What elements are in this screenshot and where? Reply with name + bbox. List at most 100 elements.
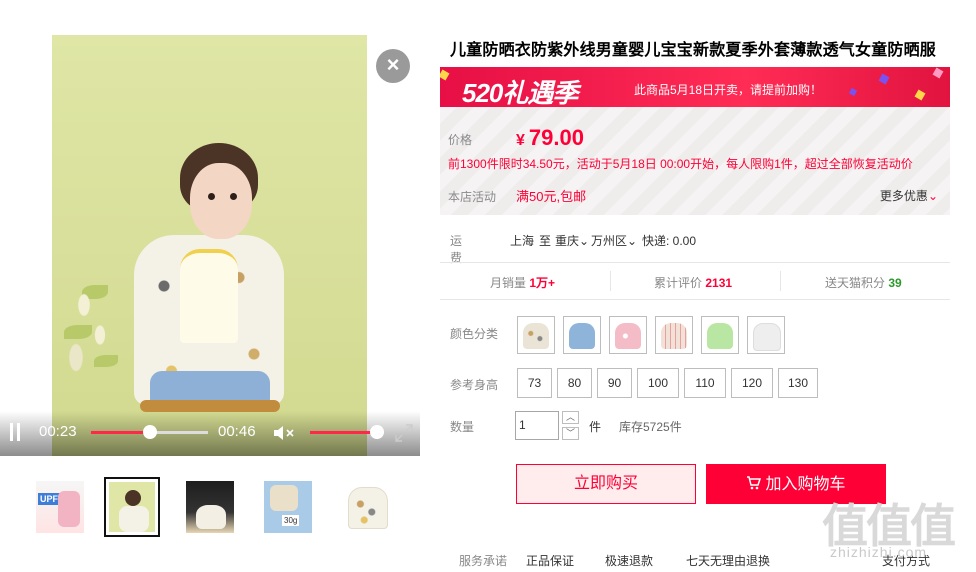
promo-logo: 520礼遇季: [462, 78, 578, 107]
more-offers-label: 更多优惠: [879, 189, 928, 203]
store-activity[interactable]: 满50元,包邮: [516, 186, 586, 205]
more-offers-link[interactable]: 更多优惠⌄: [880, 187, 938, 204]
kid-eye: [208, 193, 215, 200]
divider: [440, 299, 950, 300]
color-swatch[interactable]: [655, 316, 693, 354]
thumbnail-upf[interactable]: UPF 50+: [32, 477, 88, 537]
weight-badge: 30g: [282, 515, 300, 526]
video-progress-fill: [91, 431, 150, 434]
video-progress-knob[interactable]: [142, 425, 157, 439]
thumb-jacket-shape: [270, 485, 298, 511]
thumbnail-folded[interactable]: 30g: [260, 477, 316, 537]
height-option[interactable]: 120: [731, 368, 773, 398]
thumb-jacket-shape: [348, 487, 388, 529]
district-name: 万州区: [591, 234, 628, 248]
height-option[interactable]: 90: [597, 368, 632, 398]
points-label: 送天猫积分: [825, 276, 886, 290]
shipping-to-word: 至: [539, 234, 552, 248]
currency-symbol: ¥: [516, 132, 525, 149]
height-option[interactable]: 100: [637, 368, 679, 398]
color-swatch[interactable]: [747, 316, 785, 354]
price-label: 价格: [448, 133, 473, 147]
thumb-jacket-shape: [196, 505, 226, 529]
video-controls: 00:23 00:46: [0, 411, 420, 456]
swatch-jacket: [707, 323, 733, 349]
confetti-decoration: [440, 69, 450, 81]
duration: 00:46: [218, 423, 256, 440]
service-item[interactable]: 正品保证: [526, 552, 574, 569]
color-label: 颜色分类: [450, 327, 499, 341]
swatch-jacket: [661, 323, 687, 349]
height-option[interactable]: 130: [778, 368, 818, 398]
color-swatch[interactable]: [563, 316, 601, 354]
volume-slider[interactable]: [310, 425, 384, 439]
confetti-decoration: [848, 87, 858, 97]
swatch-jacket: [753, 323, 781, 351]
total-reviews[interactable]: 累计评价 2131: [654, 274, 732, 291]
close-icon[interactable]: ×: [376, 49, 410, 83]
thumbnail-kid-model[interactable]: [104, 477, 160, 537]
district-selector[interactable]: 万州区⌄: [591, 232, 637, 249]
product-title: 儿童防晒衣防紫外线男童婴儿宝宝新款夏季外套薄款透气女童防晒服: [450, 42, 937, 59]
city-selector[interactable]: 重庆⌄: [555, 232, 589, 249]
tmall-points: 送天猫积分 39: [825, 274, 902, 291]
color-swatch[interactable]: [517, 316, 555, 354]
buy-now-button[interactable]: 立即购买: [516, 464, 696, 504]
pause-icon[interactable]: [10, 423, 20, 441]
thumb-image: [109, 482, 155, 532]
price-box: 价格 ¥79.00 前1300件限时34.50元，活动于5月18日 00:00开…: [440, 107, 950, 215]
flowers-decoration: [52, 245, 132, 395]
thumb-kid-head: [125, 490, 141, 506]
confetti-decoration: [932, 67, 944, 79]
confetti-decoration: [878, 73, 890, 85]
express-fee: 快递: 0.00: [642, 234, 697, 248]
height-option[interactable]: 73: [517, 368, 552, 398]
price-value: 79.00: [528, 125, 584, 150]
points-value: 39: [888, 276, 902, 290]
media-viewer: × 00:23 00:46: [0, 35, 420, 456]
volume-fill: [310, 431, 377, 434]
thumb-kid-body: [119, 506, 149, 532]
service-item[interactable]: 极速退款: [605, 552, 653, 569]
product-video-frame[interactable]: [52, 35, 367, 456]
chevron-down-icon: ⌄: [927, 189, 938, 203]
kid-face: [190, 163, 252, 239]
swatch-jacket: [569, 323, 595, 349]
thumb-jacket-shape: [58, 491, 80, 527]
thumb-image: [342, 481, 390, 533]
stock-count: 库存5725件: [619, 420, 682, 434]
kid-eye: [230, 193, 237, 200]
promo-banner: 520礼遇季 此商品5月18日开卖，请提前加购！: [440, 67, 950, 107]
mute-icon[interactable]: [272, 423, 298, 443]
promo-notice: 此商品5月18日开卖，请提前加购！: [634, 83, 823, 97]
fullscreen-icon[interactable]: [394, 423, 414, 443]
store-activity-label: 本店活动: [448, 190, 497, 204]
height-option[interactable]: 80: [557, 368, 592, 398]
height-label: 参考身高: [450, 378, 499, 392]
quantity-decrease-button[interactable]: ﹀: [562, 427, 579, 440]
thumbnail-jacket-front[interactable]: [338, 477, 394, 537]
divider: [610, 271, 611, 291]
quantity-label: 数量: [450, 420, 475, 434]
confetti-decoration: [914, 89, 926, 101]
monthly-sales-value: 1万+: [529, 276, 556, 290]
quantity-unit: 件: [589, 420, 602, 434]
watermark-site: zhizhizhi.com: [830, 544, 928, 560]
volume-knob[interactable]: [369, 425, 384, 439]
video-progress-bar[interactable]: [91, 425, 208, 439]
thumb-image: [186, 481, 234, 533]
thumbnail-dark[interactable]: [182, 477, 238, 537]
limited-offer-text: 前1300件限时34.50元，活动于5月18日 00:00开始，每人限购1件，超…: [448, 157, 913, 171]
shipping-label: 运费: [450, 234, 463, 265]
shipping-from: 上海: [510, 234, 535, 248]
color-swatch[interactable]: [701, 316, 739, 354]
quantity-increase-button[interactable]: ︿: [562, 411, 579, 424]
swatch-jacket: [523, 323, 549, 349]
kid-shirt: [180, 249, 238, 343]
color-swatch[interactable]: [609, 316, 647, 354]
height-option[interactable]: 110: [684, 368, 726, 398]
service-label: 服务承诺: [459, 554, 508, 568]
service-item[interactable]: 七天无理由退换: [686, 552, 770, 569]
reviews-label: 累计评价: [654, 276, 703, 290]
quantity-input[interactable]: 1: [515, 411, 559, 440]
